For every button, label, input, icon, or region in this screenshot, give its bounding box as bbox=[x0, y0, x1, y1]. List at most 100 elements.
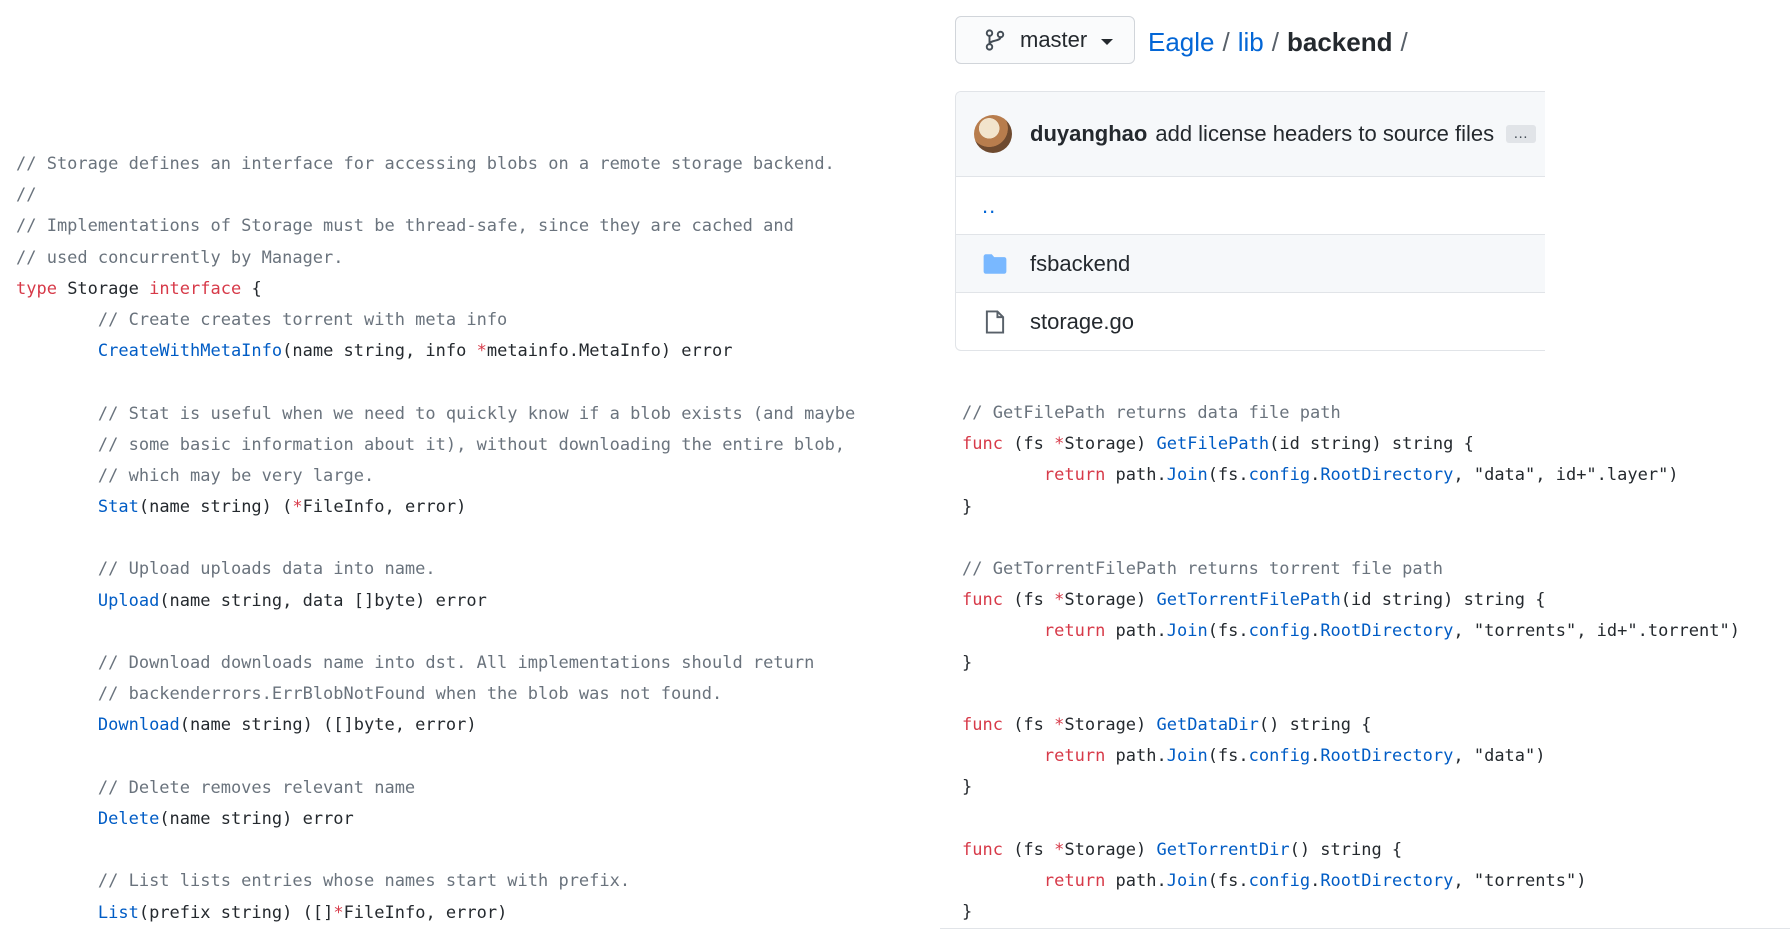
code-token: Storage) bbox=[1064, 714, 1157, 735]
code-line: } bbox=[962, 897, 1740, 928]
code-token: } bbox=[962, 652, 973, 673]
code-token: Download bbox=[97, 715, 180, 736]
branch-name: master bbox=[1020, 27, 1088, 52]
code-token: (name string) ( bbox=[138, 497, 293, 518]
code-token: return bbox=[1043, 746, 1106, 767]
branch-select-button[interactable]: master bbox=[955, 16, 1135, 64]
parent-directory-link[interactable]: .. bbox=[982, 193, 996, 219]
code-token: // Storage defines an interface for acce… bbox=[16, 154, 835, 174]
code-token: (prefix string) ([] bbox=[138, 902, 334, 923]
commit-expand-button[interactable]: … bbox=[1506, 125, 1537, 143]
code-line: List(prefix string) ([]*FileInfo, error) bbox=[16, 898, 855, 929]
code-token: } bbox=[962, 777, 973, 798]
file-row-storage-go[interactable]: storage.go bbox=[956, 293, 1545, 350]
code-token: (name string) error bbox=[159, 808, 354, 829]
code-token: (fs. bbox=[1207, 746, 1249, 767]
avatar[interactable] bbox=[974, 115, 1012, 153]
code-token: (fs. bbox=[1207, 465, 1249, 486]
code-token: func bbox=[962, 434, 1003, 455]
code-token: func bbox=[962, 714, 1003, 735]
code-token: return bbox=[1043, 465, 1106, 486]
code-token: // Delete removes relevant name bbox=[97, 777, 416, 798]
code-token: (fs bbox=[1002, 590, 1055, 611]
code-token: Storage) bbox=[1064, 590, 1157, 611]
code-token: config bbox=[1248, 621, 1311, 642]
code-token: // some basic information about it), wit… bbox=[97, 434, 846, 455]
code-token: * bbox=[476, 341, 487, 362]
code-token: // List lists entries whose names start … bbox=[97, 871, 631, 892]
code-token: . bbox=[1310, 465, 1321, 486]
file-row-fsbackend[interactable]: fsbackend bbox=[956, 235, 1545, 293]
code-token: , "data") bbox=[1453, 746, 1546, 767]
code-token: // GetTorrentFilePath returns torrent fi… bbox=[962, 558, 1444, 579]
file-browser: duyanghao add license headers to source … bbox=[955, 91, 1545, 351]
code-token: (fs. bbox=[1207, 621, 1249, 642]
code-token: GetTorrentDir bbox=[1156, 839, 1290, 860]
breadcrumb-separator: / bbox=[1400, 26, 1408, 57]
code-token: RootDirectory bbox=[1320, 621, 1454, 642]
code-token: List bbox=[97, 902, 139, 923]
git-branch-icon bbox=[985, 29, 1005, 51]
code-token: path. bbox=[1105, 870, 1167, 891]
code-token: func bbox=[962, 590, 1003, 611]
breadcrumb-separator: / bbox=[1271, 26, 1279, 57]
code-token: , "data", id+".layer") bbox=[1453, 465, 1679, 486]
code-token: (name string, data []byte) error bbox=[159, 590, 487, 611]
code-token: RootDirectory bbox=[1320, 465, 1454, 486]
parent-directory-row[interactable]: .. bbox=[956, 177, 1545, 235]
code-token: * bbox=[292, 497, 303, 518]
code-line: // Stat is useful when we need to quickl… bbox=[16, 399, 855, 430]
code-token: FileInfo, error) bbox=[343, 902, 508, 923]
code-line: Upload(name string, data []byte) error bbox=[16, 586, 855, 617]
code-token: CreateWithMetaInfo bbox=[97, 341, 283, 362]
code-token: Storage) bbox=[1064, 839, 1157, 860]
code-token: // bbox=[16, 185, 37, 206]
code-token: . bbox=[1310, 621, 1321, 642]
code-line: return path.Join(fs.config.RootDirectory… bbox=[962, 616, 1740, 647]
code-line: // used concurrently by Manager. bbox=[16, 243, 855, 274]
code-token: interface bbox=[149, 278, 242, 299]
commit-author[interactable]: duyanghao bbox=[1030, 121, 1147, 147]
code-line: // bbox=[16, 180, 855, 211]
file-name[interactable]: storage.go bbox=[1030, 309, 1134, 335]
file-name[interactable]: fsbackend bbox=[1030, 251, 1130, 277]
latest-commit: duyanghao add license headers to source … bbox=[956, 92, 1545, 177]
code-token: (name string) ([]byte, error) bbox=[179, 715, 477, 736]
code-line: CreateWithMetaInfo(name string, info *me… bbox=[16, 336, 855, 367]
code-token: (id string) string { bbox=[1269, 434, 1474, 455]
code-line: Delete(name string) error bbox=[16, 804, 855, 835]
code-token: // backenderrors.ErrBlobNotFound when th… bbox=[97, 684, 723, 705]
code-token: (fs bbox=[1002, 839, 1055, 860]
code-line: // Delete removes relevant name bbox=[16, 773, 855, 804]
code-token: RootDirectory bbox=[1320, 746, 1454, 767]
code-line: // List lists entries whose names start … bbox=[16, 866, 855, 897]
code-line: // GetTorrentFilePath returns torrent fi… bbox=[962, 554, 1740, 585]
file-icon bbox=[985, 309, 1005, 334]
code-token: , "torrents", id+".torrent") bbox=[1453, 621, 1740, 642]
breadcrumb: Eagle / lib / backend / bbox=[1148, 20, 1416, 64]
code-token: metainfo.MetaInfo) error bbox=[486, 341, 733, 362]
commit-message[interactable]: add license headers to source files bbox=[1155, 121, 1494, 147]
code-token: GetFilePath bbox=[1156, 434, 1270, 455]
fs-storage-code: // GetFilePath returns data file path fun… bbox=[962, 398, 1740, 928]
code-token: { bbox=[241, 278, 262, 299]
code-line: return path.Join(fs.config.RootDirectory… bbox=[962, 866, 1740, 897]
code-token: (fs bbox=[1002, 434, 1055, 455]
code-token: FileInfo, error) bbox=[302, 497, 467, 518]
breadcrumb-lib-link[interactable]: lib bbox=[1238, 27, 1264, 58]
code-token: GetDataDir bbox=[1156, 714, 1259, 735]
breadcrumb-repo-link[interactable]: Eagle bbox=[1148, 27, 1215, 58]
